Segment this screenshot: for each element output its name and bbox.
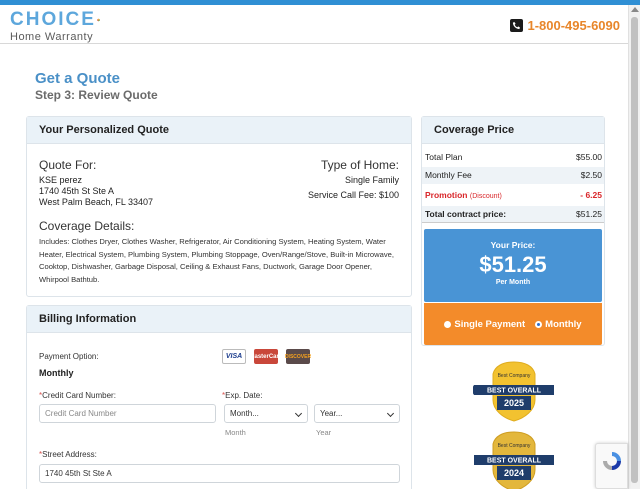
coverage-price-card: Coverage Price Total Plan $55.00 Monthly …: [421, 116, 605, 346]
recaptcha-icon: [603, 452, 621, 470]
phone-link[interactable]: 1-800-495-6090: [510, 18, 620, 33]
quote-city: West Palm Beach, FL 33407: [39, 197, 154, 207]
mastercard-card-icon: MasterCard: [250, 349, 283, 364]
personalized-quote-card: Your Personalized Quote Quote For: KSE p…: [26, 116, 412, 297]
single-payment-radio[interactable]: Single Payment: [444, 319, 525, 330]
discover-card-icon: DISCOVER: [285, 349, 311, 364]
choice-home-warranty-logo[interactable]: CHOICE Home Warranty: [10, 10, 100, 44]
month-hint: Month: [225, 428, 246, 437]
type-of-home-label: Type of Home:: [320, 158, 399, 172]
radio-unchecked-icon: [444, 320, 452, 328]
site-header: CHOICE Home Warranty 1-800-495-6090: [0, 5, 628, 44]
logo-text: CHOICE: [10, 9, 96, 30]
phone-icon: [510, 19, 524, 32]
logo-subtitle: Home Warranty: [10, 31, 94, 43]
quote-name: KSE perez: [39, 175, 83, 185]
badge-year-text: 2025: [504, 398, 524, 408]
exp-date-label: *Exp. Date:: [222, 391, 263, 400]
payment-option-value: Monthly: [39, 368, 74, 378]
total-contract-row: Total contract price: $51.25: [422, 206, 604, 223]
your-price-label: Your Price:: [490, 240, 536, 250]
quote-for-label: Quote For:: [39, 158, 97, 172]
phone-number: 1-800-495-6090: [527, 18, 620, 33]
scroll-up-arrow-icon[interactable]: [631, 7, 639, 12]
badge-top-text: Best Company: [498, 443, 531, 449]
quote-street: 1740 45th St Ste A: [39, 186, 115, 196]
year-hint: Year: [316, 428, 332, 437]
exp-year-select[interactable]: Year...: [314, 404, 400, 423]
page-title: Get a Quote: [35, 70, 121, 87]
monthly-fee-row: Monthly Fee $2.50: [422, 167, 604, 184]
recaptcha-widget[interactable]: [595, 443, 628, 489]
badge-main-text: BEST OVERALL: [487, 458, 542, 465]
badge-year-text: 2024: [504, 468, 524, 478]
coverage-details-label: Coverage Details:: [39, 219, 135, 233]
scroll-thumb[interactable]: [631, 17, 638, 483]
street-address-label: *Street Address:: [39, 450, 97, 459]
street-address-input[interactable]: 1740 45th St Ste A: [39, 464, 400, 483]
chevron-down-icon: [294, 409, 303, 418]
visa-card-icon: VISA: [222, 349, 246, 364]
personalized-quote-heading: Your Personalized Quote: [27, 117, 411, 144]
your-price-box: Your Price: $51.25 Per Month: [424, 229, 602, 302]
type-of-home-value: Single Family: [344, 175, 399, 185]
payment-option-label: Payment Option:: [39, 352, 99, 361]
promotion-row: Promotion (Discount) - 6.25: [425, 190, 602, 200]
your-price-amount: $51.25: [479, 252, 547, 277]
best-overall-2025-badge: Best Company BEST OVERALL 2025: [473, 361, 554, 422]
service-call-fee: Service Call Fee: $100: [307, 190, 399, 200]
monthly-radio[interactable]: Monthly: [535, 319, 582, 330]
exp-month-select[interactable]: Month...: [224, 404, 308, 423]
best-overall-2024-badge: Best Company BEST OVERALL 2024: [474, 431, 554, 489]
billing-information-card: Billing Information Payment Option: Mont…: [26, 305, 412, 489]
badge-top-text: Best Company: [498, 373, 531, 379]
badge-main-text: BEST OVERALL: [487, 388, 542, 395]
radio-checked-icon: [535, 320, 543, 328]
page-step-subtitle: Step 3: Review Quote: [35, 88, 158, 102]
credit-card-label: *Credit Card Number:: [39, 391, 116, 400]
total-plan-row: Total Plan $55.00: [425, 152, 602, 162]
per-month-label: Per Month: [495, 279, 531, 286]
payment-type-selector: Single Payment Monthly: [424, 303, 602, 345]
page-scrollbar[interactable]: [628, 5, 640, 489]
credit-card-input[interactable]: Credit Card Number: [39, 404, 216, 423]
coverage-price-heading: Coverage Price: [422, 117, 604, 144]
billing-information-heading: Billing Information: [27, 306, 411, 333]
chevron-down-icon: [386, 409, 395, 418]
coverage-details-text: Includes: Clothes Dryer, Clothes Washer,…: [39, 237, 394, 284]
logo-cube-icon: [97, 18, 100, 22]
